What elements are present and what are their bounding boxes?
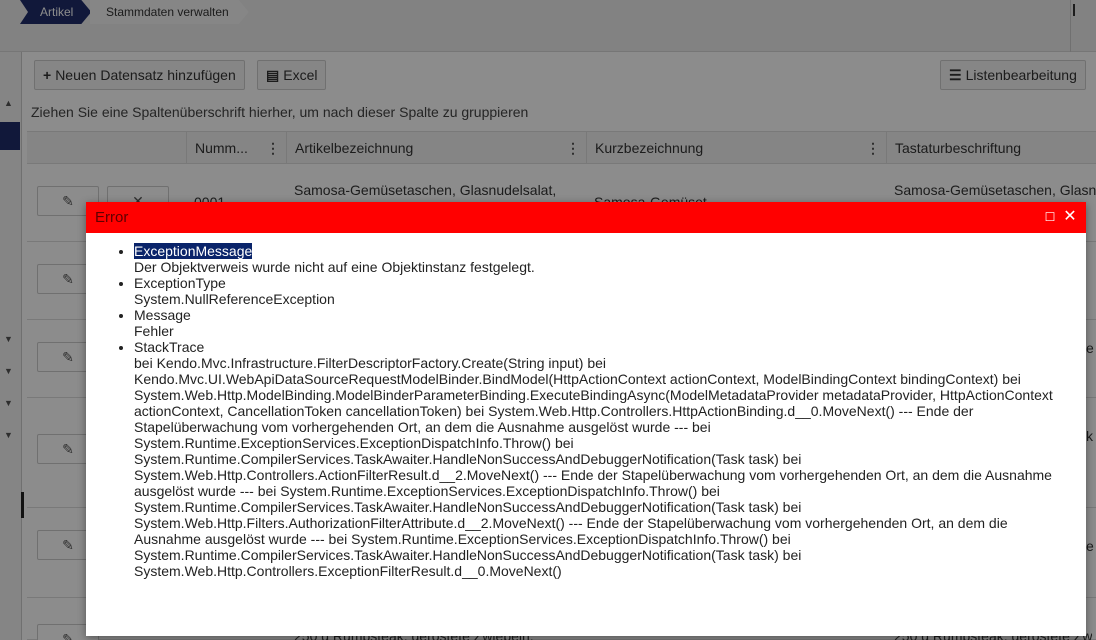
error-value: Der Objektverweis wurde nicht auf eine O…: [134, 259, 535, 275]
error-key: StackTrace: [134, 339, 205, 355]
error-value: System.NullReferenceException: [134, 291, 335, 307]
error-key: Message: [134, 307, 191, 323]
error-details-list: ExceptionMessage Der Objektverweis wurde…: [134, 243, 1064, 579]
error-key: ExceptionMessage: [134, 243, 253, 259]
error-value: Fehler: [134, 323, 174, 339]
close-icon[interactable]: ✕: [1062, 208, 1078, 226]
list-item: StackTrace bei Kendo.Mvc.Infrastructure.…: [134, 339, 1064, 579]
error-dialog: Error ☐ ✕ ExceptionMessage Der Objektver…: [86, 202, 1086, 636]
dialog-titlebar[interactable]: Error ☐ ✕: [86, 202, 1086, 233]
error-stacktrace: bei Kendo.Mvc.Infrastructure.FilterDescr…: [134, 355, 1053, 579]
list-item: ExceptionType System.NullReferenceExcept…: [134, 275, 1064, 307]
dialog-body: ExceptionMessage Der Objektverweis wurde…: [86, 233, 1086, 636]
list-item: Message Fehler: [134, 307, 1064, 339]
maximize-icon[interactable]: ☐: [1042, 209, 1058, 225]
dialog-title: Error: [95, 209, 129, 226]
list-item: ExceptionMessage Der Objektverweis wurde…: [134, 243, 1064, 275]
error-key: ExceptionType: [134, 275, 226, 291]
